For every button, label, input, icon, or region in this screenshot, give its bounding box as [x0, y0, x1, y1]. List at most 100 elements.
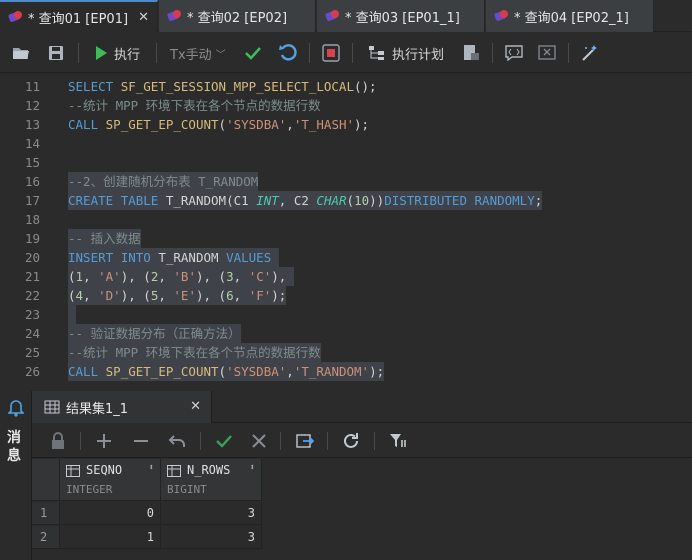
column-type: BIGINT: [167, 483, 207, 496]
comment-icon[interactable]: [505, 33, 523, 73]
explain-plan-icon: [369, 46, 384, 60]
table-cell[interactable]: 0: [60, 502, 161, 525]
code-token: T_RANDOM: [165, 193, 227, 208]
code-token: 'A': [98, 269, 121, 284]
tab-query03[interactable]: * 查询03 [EP01_1]: [317, 0, 485, 32]
code-token: (: [218, 117, 227, 132]
line-number: 11: [24, 79, 40, 94]
open-folder-icon[interactable]: [12, 33, 30, 73]
code-comment: --统计 MPP 环境下表在各个节点的数据行数: [68, 98, 321, 113]
line-number: 14: [24, 136, 40, 151]
code-token: 'T_RANDOM': [293, 364, 370, 379]
delete-row-icon[interactable]: [133, 424, 149, 458]
line-number: 24: [24, 326, 40, 341]
code-line: 15: [0, 153, 692, 172]
code-token: 'D': [98, 288, 121, 303]
table-cell[interactable]: 3: [161, 502, 262, 525]
tab-query04[interactable]: * 查询04 [EP02_1]: [486, 0, 654, 32]
code-comment: --统计 MPP 环境下表在各个节点的数据行数: [68, 343, 321, 362]
stop-icon[interactable]: [322, 33, 340, 73]
code-token: );: [354, 117, 370, 132]
code-token: INTO: [120, 250, 151, 265]
code-token: 10: [354, 193, 370, 208]
explain-plan-button[interactable]: 执行计划: [368, 33, 444, 73]
close-icon[interactable]: ✕: [138, 10, 149, 25]
column-type: INTEGER: [66, 483, 113, 496]
code-token: ,: [286, 117, 294, 132]
line-number: 13: [24, 117, 40, 132]
result-tab-bar: 结果集1_1 ✕: [32, 391, 692, 423]
line-number: 21: [24, 269, 40, 284]
apply-icon[interactable]: [215, 424, 233, 458]
tab-query02[interactable]: * 查询02 [EP02]: [159, 0, 316, 32]
line-number: 12: [24, 98, 40, 113]
row-number[interactable]: 2: [32, 526, 60, 549]
filter-icon[interactable]: [389, 424, 407, 458]
code-token: );: [271, 288, 287, 303]
code-token: SP_GET_EP_COUNT: [105, 364, 219, 379]
undo-icon[interactable]: [168, 424, 186, 458]
code-token: 'E': [173, 288, 196, 303]
chevron-down-icon: ﹀: [215, 49, 226, 61]
query-tab-icon: [494, 9, 510, 23]
table-cell[interactable]: 1: [60, 526, 161, 549]
rollback-icon[interactable]: [279, 33, 297, 73]
code-token: ,: [83, 288, 99, 303]
code-token: ,: [278, 193, 287, 208]
code-token: ), (: [120, 288, 151, 303]
row-number[interactable]: 1: [32, 502, 60, 525]
tab-query01[interactable]: * 查询01 [EP01] ✕: [0, 0, 158, 32]
code-line: 22 (4, 'D'), (5, 'E'), (6, 'F');: [0, 286, 692, 305]
tx-mode-dropdown[interactable]: Tx手动 ﹀: [170, 33, 226, 73]
tab-label: * 查询03 [EP01_1]: [345, 10, 460, 26]
message-bell-icon[interactable]: [7, 399, 25, 421]
column-header-n-rows[interactable]: N_ROWS ⬍ BIGINT: [161, 459, 262, 501]
code-line: 12 --统计 MPP 环境下表在各个节点的数据行数: [0, 96, 692, 115]
code-token: 'F': [248, 288, 272, 303]
code-token: ), (: [195, 269, 227, 284]
refresh-icon[interactable]: [342, 424, 360, 458]
run-icon: [96, 46, 107, 60]
query-tab-icon: [325, 9, 341, 23]
code-token: DISTRIBUTED: [384, 193, 467, 208]
sql-editor[interactable]: 11 SELECT SF_GET_SESSION_MPP_SELECT_LOCA…: [0, 74, 692, 390]
export-icon[interactable]: [462, 33, 480, 73]
format-icon[interactable]: [581, 33, 599, 73]
code-token: );: [369, 364, 385, 379]
code-line: 13 CALL SP_GET_EP_COUNT('SYSDBA','T_HASH…: [0, 115, 692, 134]
code-line: 26 CALL SP_GET_EP_COUNT('SYSDBA','T_RAND…: [0, 362, 692, 381]
save-icon[interactable]: [48, 33, 64, 73]
code-token: ,: [158, 269, 174, 284]
code-token: ,: [158, 288, 174, 303]
code-token: ,: [233, 288, 249, 303]
code-token: INSERT: [68, 250, 114, 265]
line-number: 17: [24, 193, 40, 208]
sort-icon[interactable]: ⬍: [149, 463, 154, 473]
lock-icon[interactable]: [50, 424, 66, 458]
commit-icon[interactable]: [244, 33, 262, 73]
code-token: 4: [75, 288, 84, 303]
column-header-seqno[interactable]: SEQNO ⬍ INTEGER: [60, 459, 161, 501]
code-token: (: [68, 269, 76, 284]
sort-icon[interactable]: ⬍: [250, 463, 255, 473]
table-cell[interactable]: 3: [161, 526, 262, 549]
code-line: 25 --统计 MPP 环境下表在各个节点的数据行数: [0, 343, 692, 362]
row-header-corner: [32, 459, 60, 501]
run-button[interactable]: 执行: [94, 33, 140, 73]
tab-result-set[interactable]: 结果集1_1 ✕: [32, 391, 212, 423]
messages-tab[interactable]: 消 息: [7, 429, 21, 465]
code-token: 'C': [248, 269, 272, 284]
code-token: ), (: [120, 269, 151, 284]
code-line: 11 SELECT SF_GET_SESSION_MPP_SELECT_LOCA…: [0, 77, 692, 96]
line-number: 22: [24, 288, 40, 303]
uncomment-icon[interactable]: [538, 33, 556, 73]
code-token: 1: [75, 269, 84, 284]
code-token: TABLE: [120, 193, 159, 208]
code-token: RANDOMLY: [474, 193, 535, 208]
cancel-icon[interactable]: [251, 424, 267, 458]
close-icon[interactable]: ✕: [190, 399, 201, 414]
code-token: ,: [83, 269, 99, 284]
export-result-icon[interactable]: [296, 424, 314, 458]
add-row-icon[interactable]: [96, 424, 112, 458]
result-grid[interactable]: SEQNO ⬍ INTEGER N_ROWS ⬍ BIGINT 1 0 3 2 …: [32, 459, 692, 560]
